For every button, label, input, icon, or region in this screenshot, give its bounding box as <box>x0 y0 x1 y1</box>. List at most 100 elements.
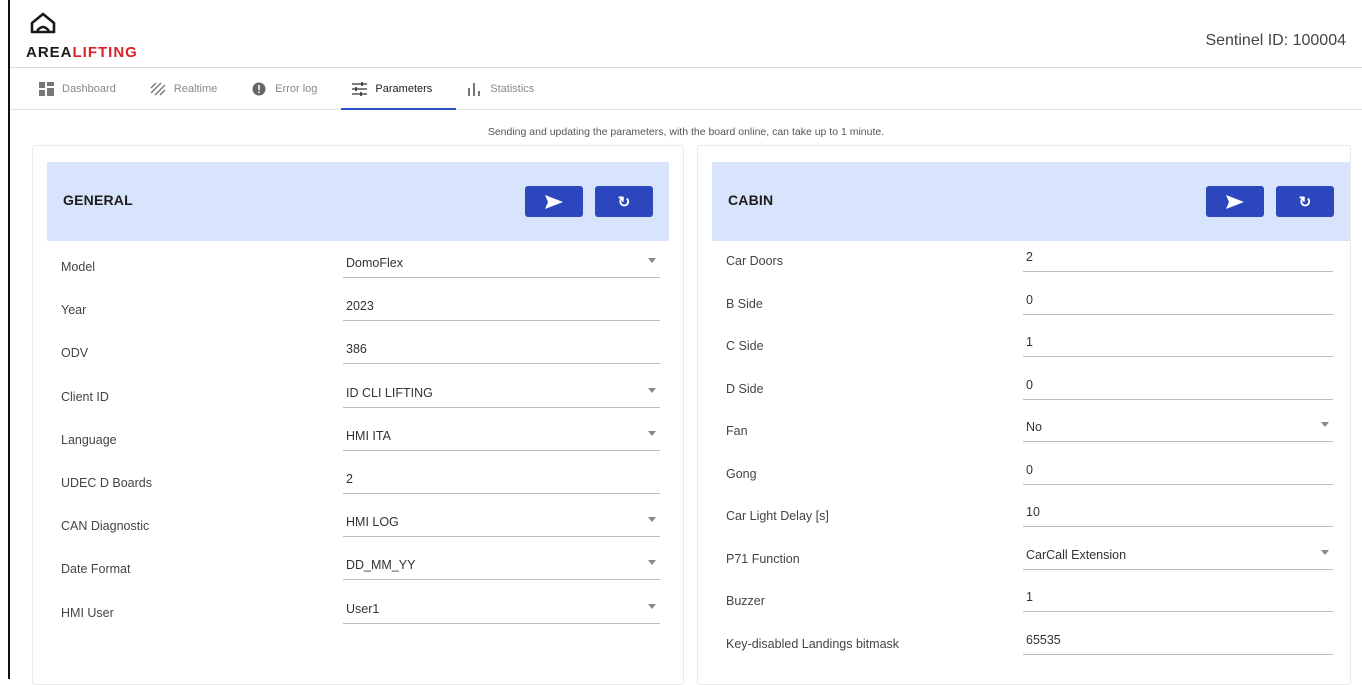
param-row: UDEC D Boards 2 <box>33 462 683 504</box>
param-input[interactable]: 0 <box>1023 461 1333 485</box>
cabin-panel: CABIN ↻ Car Doors 2 B Side 0 C Side 1 D Side 0 F… <box>697 145 1351 685</box>
tab-label: Realtime <box>173 82 218 95</box>
param-row: Model DomoFlex <box>33 246 683 288</box>
param-value: 2 <box>1026 250 1033 264</box>
send-icon <box>545 194 563 209</box>
dropdown-caret-icon <box>648 560 656 566</box>
param-value: 0 <box>1026 292 1033 307</box>
dropdown-caret-icon <box>648 387 656 393</box>
param-label: Car Doors <box>726 254 783 268</box>
tab-error-log[interactable]: Error log <box>241 68 341 109</box>
dropdown-caret-icon <box>1321 422 1329 427</box>
param-input[interactable]: 65535 <box>1023 631 1333 655</box>
param-select[interactable]: No <box>1023 418 1333 442</box>
param-value: 1 <box>1026 590 1033 604</box>
param-select[interactable]: CarCall Extension <box>1023 546 1333 570</box>
param-input[interactable]: 0 <box>1023 376 1333 400</box>
param-select[interactable]: DomoFlex <box>343 254 660 278</box>
param-value: 2023 <box>346 299 374 314</box>
param-label: UDEC D Boards <box>61 476 152 490</box>
dropdown-caret-icon <box>1321 549 1329 555</box>
dropdown-caret-icon <box>648 517 656 523</box>
tab-dashboard[interactable]: Dashboard <box>28 68 140 109</box>
dashboard-icon <box>38 81 54 97</box>
param-input[interactable]: 1 <box>1023 333 1333 357</box>
app: AREALIFTING Sentinel ID: 100004 Dashboar… <box>10 0 1362 685</box>
param-input[interactable]: 1 <box>1023 588 1333 612</box>
param-input[interactable]: 2023 <box>343 297 660 322</box>
refresh-icon: ↻ <box>1298 193 1312 211</box>
param-input[interactable]: 0 <box>1023 291 1333 315</box>
param-row: Year 2023 <box>33 289 683 331</box>
param-label: Date Format <box>61 562 131 577</box>
general-panel-header: GENERAL ↻ <box>47 162 669 241</box>
param-label: Buzzer <box>726 594 765 608</box>
param-label: Language <box>61 432 117 447</box>
param-row: CAN Diagnostic HMI LOG <box>33 505 683 547</box>
tab-bar: Dashboard Realtime Error log Parameters … <box>10 68 1362 110</box>
param-row: Car Light Delay [s] 10 <box>698 499 1350 541</box>
param-row: Key-disabled Landings bitmask 65535 <box>698 627 1350 669</box>
param-select[interactable]: HMI LOG <box>343 513 660 538</box>
logo[interactable]: AREALIFTING <box>26 12 176 62</box>
param-row: Fan No <box>698 414 1350 456</box>
header: AREALIFTING Sentinel ID: 100004 <box>10 0 1362 68</box>
cabin-send-button[interactable] <box>1206 186 1264 217</box>
param-value: No <box>1026 420 1042 434</box>
sliders-icon <box>351 81 367 97</box>
bar-chart-icon <box>466 81 482 97</box>
param-label: P71 Function <box>726 551 800 566</box>
param-row: Gong 0 <box>698 457 1350 499</box>
tab-label: Dashboard <box>62 82 116 95</box>
param-value: 0 <box>1026 377 1033 392</box>
param-select[interactable]: User1 <box>343 600 660 624</box>
general-send-button[interactable] <box>525 186 583 217</box>
param-row: D Side 0 <box>698 372 1350 414</box>
param-label: Model <box>61 260 96 274</box>
brand-name: AREALIFTING <box>26 44 138 61</box>
param-label: Client ID <box>61 389 109 404</box>
param-input[interactable]: 2 <box>343 470 660 494</box>
param-row: Buzzer 1 <box>698 584 1350 626</box>
sentinel-id: Sentinel ID: 100004 <box>1205 32 1346 49</box>
param-row: P71 Function CarCall Extension <box>698 542 1350 584</box>
param-label: D Side <box>726 381 764 396</box>
tab-label: Error log <box>275 82 318 95</box>
param-label: B Side <box>726 296 763 311</box>
tab-realtime[interactable]: Realtime <box>140 68 241 109</box>
param-row: Client ID ID CLI LIFTING <box>33 376 683 418</box>
house-logo-icon <box>30 12 56 34</box>
param-row: HMI User User1 <box>33 592 683 634</box>
param-value: HMI LOG <box>346 515 399 530</box>
param-label: Key-disabled Landings bitmask <box>726 636 900 651</box>
general-refresh-button[interactable]: ↻ <box>595 186 653 217</box>
cabin-refresh-button[interactable]: ↻ <box>1276 186 1334 217</box>
param-label: Year <box>61 303 87 318</box>
param-value: HMI ITA <box>346 428 391 443</box>
param-label: Car Light Delay [s] <box>726 509 829 523</box>
param-row: Language HMI ITA <box>33 419 683 461</box>
param-input[interactable]: 2 <box>1023 248 1333 272</box>
general-title: GENERAL <box>63 192 133 208</box>
param-input[interactable]: 10 <box>1023 503 1333 527</box>
realtime-icon <box>150 81 166 97</box>
param-row: Car Doors 2 <box>698 244 1350 286</box>
param-select[interactable]: HMI ITA <box>343 427 660 451</box>
param-select[interactable]: ID CLI LIFTING <box>343 384 660 408</box>
update-notice: Sending and updating the parameters, wit… <box>487 126 885 138</box>
brand-area: AREA <box>26 44 73 61</box>
param-value: ID CLI LIFTING <box>346 385 433 400</box>
tab-statistics[interactable]: Statistics <box>456 68 558 109</box>
param-value: 386 <box>346 342 367 357</box>
send-icon <box>1226 194 1244 209</box>
cabin-panel-header: CABIN ↻ <box>712 162 1350 241</box>
tab-parameters[interactable]: Parameters <box>341 68 457 110</box>
tab-label: Parameters <box>375 82 433 95</box>
param-label: C Side <box>726 339 764 353</box>
param-row: Date Format DD_MM_YY <box>33 548 683 590</box>
param-select[interactable]: DD_MM_YY <box>343 556 660 581</box>
param-label: ODV <box>61 346 89 361</box>
param-value: 1 <box>1026 335 1033 349</box>
param-label: Gong <box>726 466 757 481</box>
param-input[interactable]: 386 <box>343 340 660 365</box>
